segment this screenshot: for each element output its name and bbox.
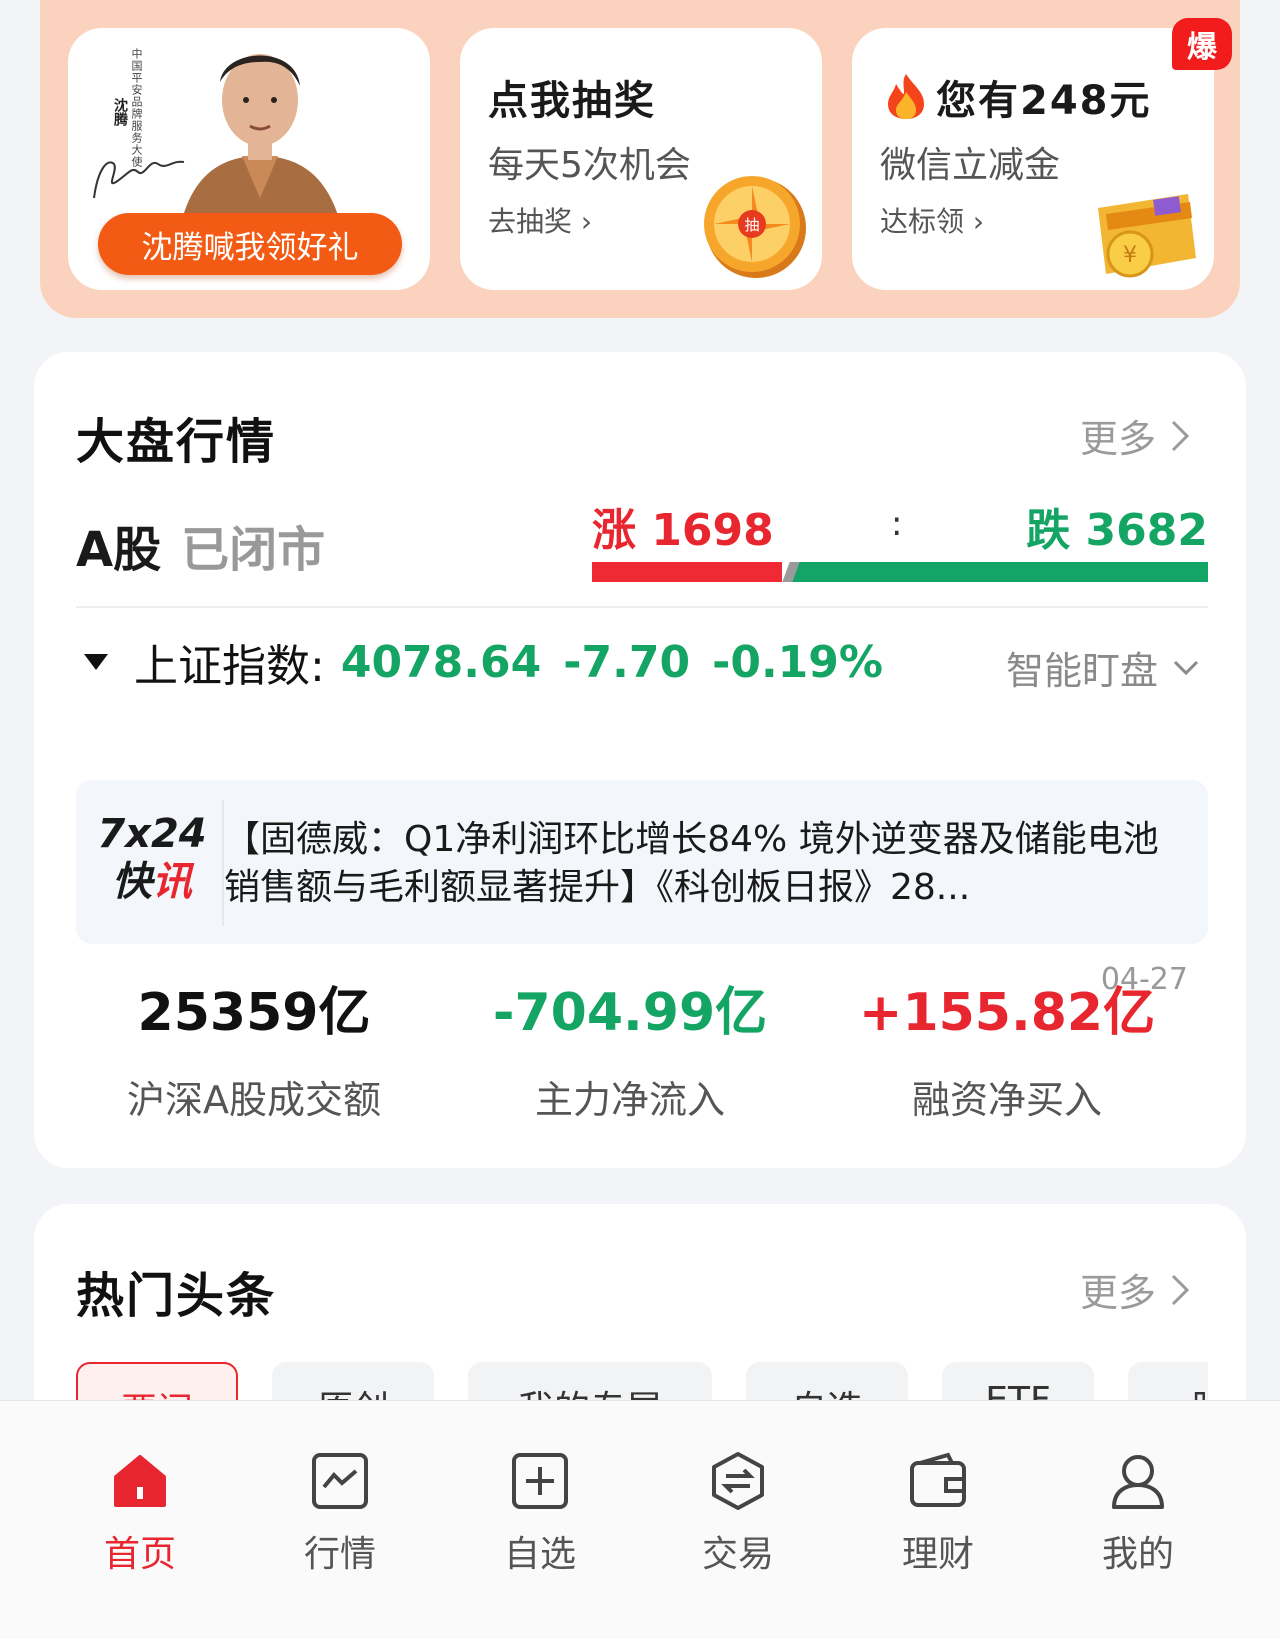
a-share-status: A股 已闭市 (76, 510, 325, 580)
flash-news-banner[interactable]: 7x24 快讯 【固德威：Q1净利润环比增长84% 境外逆变器及储能电池销售额与… (76, 780, 1208, 944)
fire-icon (888, 74, 924, 119)
nav-profile[interactable]: 我的 (1058, 1451, 1218, 1577)
nav-label: 行情 (303, 1534, 376, 1575)
coupon-subtitle: 微信立减金 (880, 145, 1061, 186)
user-icon (1112, 1455, 1164, 1509)
wallet-icon (910, 1452, 966, 1507)
nav-home[interactable]: 首页 (60, 1451, 220, 1577)
nav-watchlist[interactable]: 自选 (460, 1451, 620, 1577)
chevron-right-icon: › (972, 205, 985, 238)
lottery-coin-icon: 抽 (704, 176, 806, 278)
divider (76, 606, 1208, 608)
stat-main-inflow[interactable]: -704.99亿 主力净流入 (440, 952, 820, 1124)
flash-news-logo: 7x24 快讯 (96, 810, 208, 906)
home-icon (114, 1455, 166, 1507)
market-overview-card: 大盘行情 更多 A股 已闭市 涨 1698 : 跌 3682 上证指数: 4078… (34, 352, 1246, 1168)
promo-card-shenteng[interactable]: 中国平安品牌服务大使 沈腾 沈腾喊我领好礼 (68, 28, 430, 290)
chevron-down-icon (1173, 660, 1199, 675)
coupon-link-label: 达标领 (880, 205, 965, 238)
index-value: 4078.64 (340, 636, 542, 688)
index-quote-row[interactable]: 上证指数: 4078.64 -7.70 -0.19% (84, 630, 883, 694)
stat-label: 融资净买入 (911, 1078, 1102, 1122)
market-closed-label: 已闭市 (181, 522, 326, 578)
hot-badge: 爆 (1172, 18, 1232, 70)
nav-label: 理财 (901, 1534, 974, 1575)
rise-count: 涨 1698 (592, 505, 774, 556)
stats-date: 04-27 (1100, 962, 1188, 997)
fall-bar (804, 562, 1208, 582)
hot-more-link[interactable]: 更多 (1080, 1262, 1190, 1317)
exchange-icon (712, 1452, 764, 1510)
coupon-title: 您有248元 (936, 78, 1152, 124)
caret-down-icon (84, 654, 108, 670)
ratio-colon: : (891, 504, 903, 544)
smart-watch-label: 智能盯盘 (1005, 649, 1158, 693)
section-title: 热门头条 (76, 1268, 277, 1324)
chevron-right-icon (1171, 420, 1190, 451)
bottom-nav: 首页 行情 自选 交易 理财 我的 (0, 1400, 1280, 1639)
coin-char: 抽 (744, 216, 759, 234)
stat-label: 主力净流入 (534, 1078, 725, 1122)
nav-trade[interactable]: 交易 (658, 1451, 818, 1577)
get-gift-button[interactable]: 沈腾喊我领好礼 (98, 213, 402, 275)
promo-card-lottery[interactable]: 点我抽奖 每天5次机会 去抽奖 › 抽 (460, 28, 822, 290)
nav-label: 我的 (1101, 1534, 1174, 1575)
stat-label: 沪深A股成交额 (127, 1078, 381, 1122)
nav-label: 自选 (503, 1534, 576, 1575)
svg-text:¥: ¥ (1123, 243, 1137, 268)
stat-value: 25359亿 (137, 983, 371, 1043)
lottery-link[interactable]: 去抽奖 › (488, 200, 592, 240)
fall-count: 跌 3682 (1026, 505, 1208, 556)
logo-line2-a: 快 (112, 859, 152, 905)
nav-wealth[interactable]: 理财 (858, 1451, 1018, 1577)
stat-turnover[interactable]: 25359亿 沪深A股成交额 (64, 952, 444, 1124)
lottery-link-label: 去抽奖 (488, 205, 573, 238)
nav-label: 交易 (701, 1534, 774, 1575)
promo-banner: 中国平安品牌服务大使 沈腾 沈腾喊我领好礼 点我抽奖 每天5次机会 去抽奖 › … (40, 0, 1240, 318)
rise-bar (592, 562, 782, 582)
lottery-subtitle: 每天5次机会 (488, 145, 691, 186)
index-change: -7.70 (563, 636, 691, 688)
a-share-label: A股 (76, 522, 162, 578)
nav-market[interactable]: 行情 (260, 1451, 420, 1577)
index-name: 上证指数: (134, 641, 325, 692)
ambassador-photo (178, 54, 344, 238)
more-label: 更多 (1079, 1271, 1156, 1315)
lottery-title: 点我抽奖 (488, 78, 656, 124)
smart-watch-dropdown[interactable]: 智能盯盘 (1006, 640, 1200, 695)
chart-icon (312, 1453, 368, 1509)
more-label: 更多 (1079, 417, 1156, 461)
chevron-right-icon: › (580, 205, 593, 238)
market-more-link[interactable]: 更多 (1080, 408, 1190, 463)
chevron-right-icon (1171, 1274, 1190, 1305)
ambassador-name: 沈腾 (112, 98, 128, 126)
index-change-pct: -0.19% (712, 636, 883, 688)
gold-wallet-icon: ¥ (1098, 194, 1196, 278)
coupon-link[interactable]: 达标领 › (880, 200, 984, 240)
promo-card-wechat-coupon[interactable]: 您有248元 微信立减金 达标领 › ¥ 爆 (852, 18, 1232, 290)
section-title: 大盘行情 (76, 414, 277, 470)
nav-label: 首页 (103, 1534, 176, 1575)
logo-line2-b: 讯 (152, 859, 192, 905)
market-stats: 25359亿 沪深A股成交额 -704.99亿 主力净流入 +155.82亿 融… (34, 952, 1246, 1122)
flash-news-text: 【固德威：Q1净利润环比增长84% 境外逆变器及储能电池销售额与毛利额显著提升】… (224, 819, 1159, 908)
add-box-icon (512, 1453, 568, 1509)
stat-value: -704.99亿 (492, 983, 768, 1043)
logo-line1: 7x24 (97, 811, 207, 857)
